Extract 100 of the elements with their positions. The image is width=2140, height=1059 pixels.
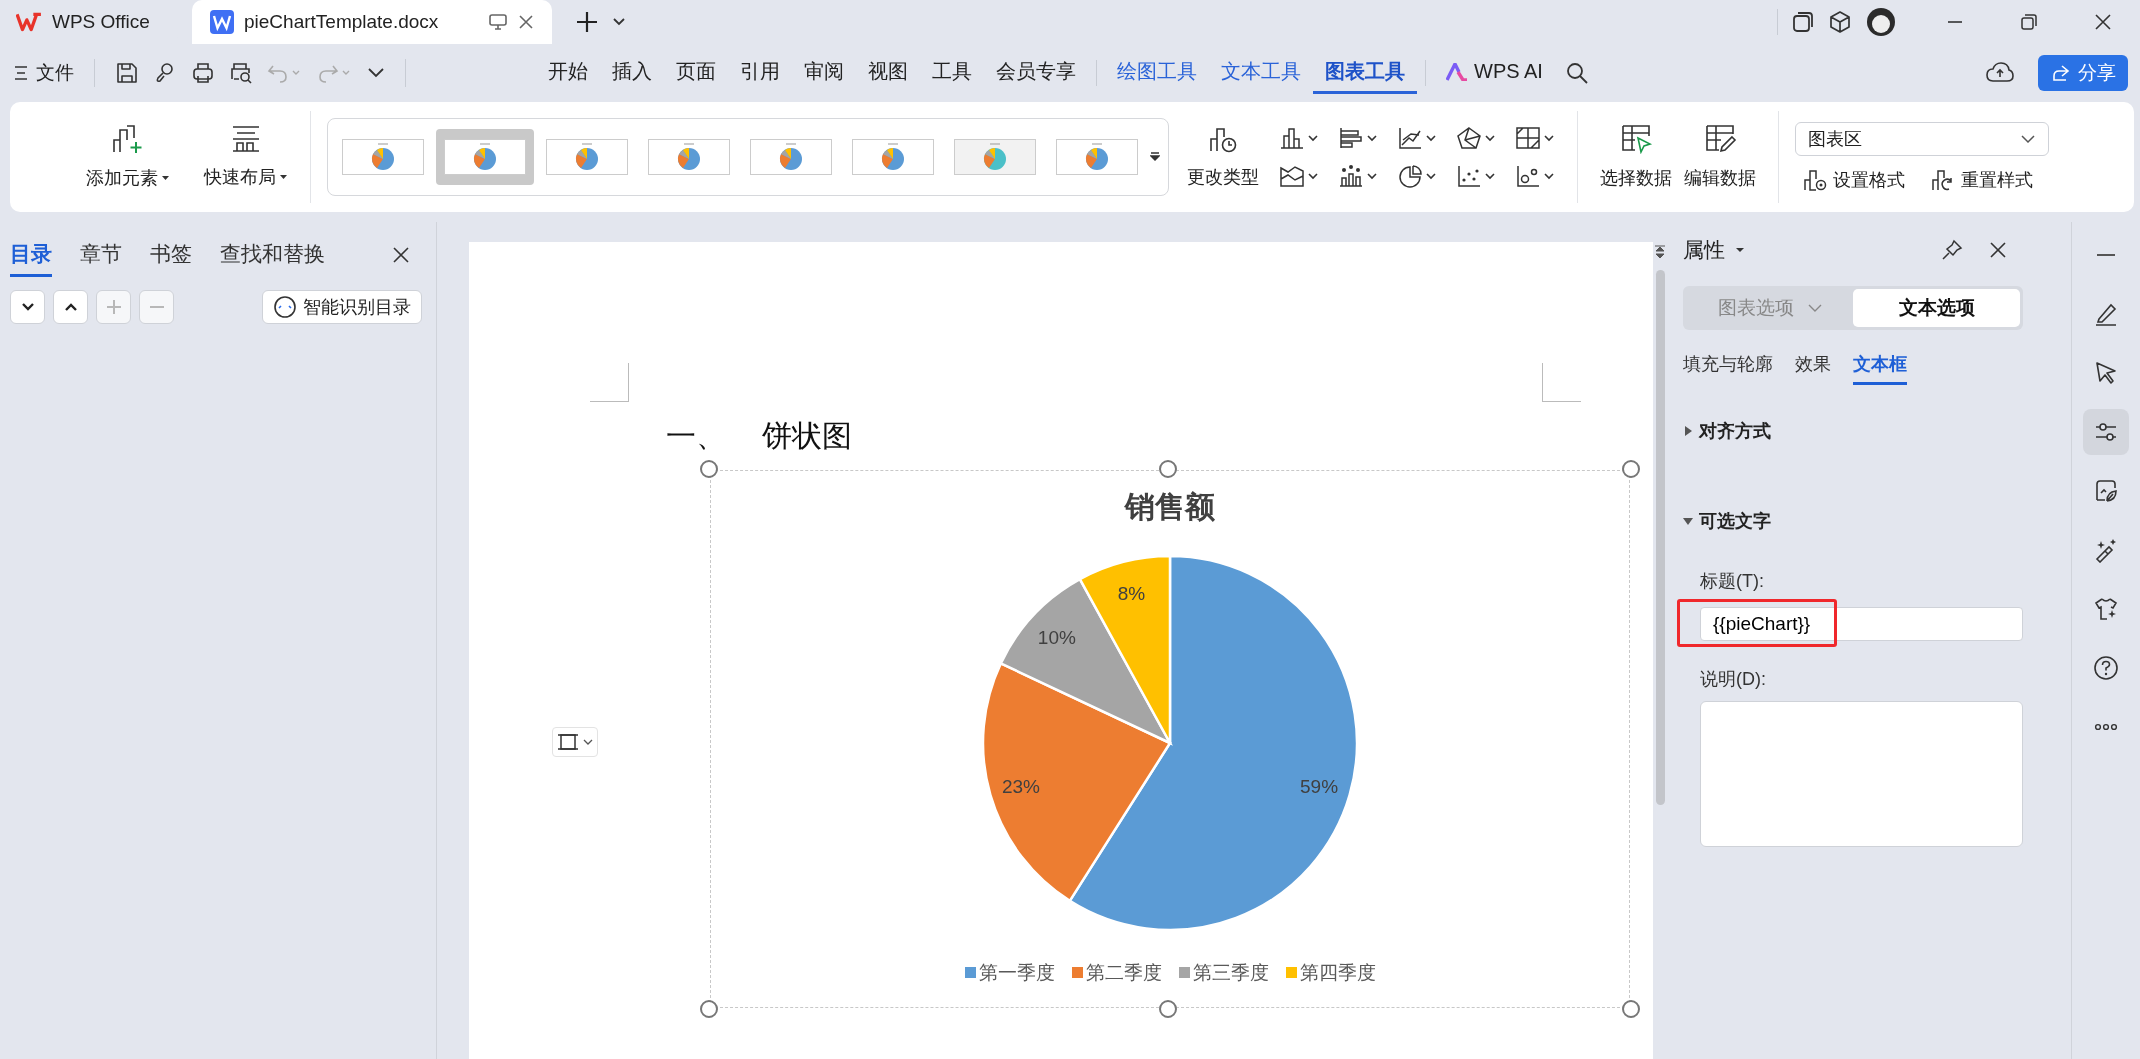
chart-style-thumbnail[interactable] [436,129,534,185]
reset-style-button[interactable]: 重置样式 [1931,168,2033,192]
reset-icon [1931,168,1955,192]
add-element-button[interactable]: 添加元素 [80,120,176,194]
chevron-down-icon[interactable] [612,17,626,27]
panel-title[interactable]: 属性 [1683,236,1745,264]
legend-swatch [1072,967,1083,978]
resize-handle[interactable] [1159,460,1177,478]
format-button[interactable]: 设置格式 [1803,168,1905,192]
menu-tab[interactable]: 页面 [664,52,728,94]
scrollbar[interactable] [1655,270,1665,805]
menu-tab[interactable]: 绘图工具 [1105,52,1209,94]
panel-tab[interactable]: 章节 [80,233,122,277]
search-icon[interactable] [1564,61,1589,85]
smart-toc-button[interactable]: 智能识别目录 [262,290,422,324]
chart-type-icon [1209,125,1237,153]
sub-tab[interactable]: 效果 [1795,348,1831,385]
plus-icon [104,298,123,316]
new-tab-icon[interactable] [576,11,598,33]
menu-tab[interactable]: 开始 [536,52,600,94]
cube-icon[interactable] [1828,10,1852,34]
menu-icon [14,65,28,81]
pin-icon[interactable] [1941,239,1963,261]
close-icon[interactable] [518,14,534,30]
resize-handle[interactable] [1622,460,1640,478]
restore-icon[interactable] [2020,13,2038,31]
description-field[interactable] [1700,701,2023,847]
legend-label: 第一季度 [979,962,1055,983]
legend-label: 第四季度 [1300,962,1376,983]
sliders-icon[interactable] [2083,409,2129,455]
sub-tab[interactable]: 填充与轮廓 [1683,348,1773,385]
collapse-icon[interactable] [1653,244,1667,260]
legend-swatch [1286,967,1297,978]
close-icon[interactable] [1989,241,2007,259]
smart-icon [273,295,297,319]
select-data-button[interactable]: 选择数据 [1594,120,1678,194]
print-preview-icon[interactable] [229,61,253,85]
caret-icon [161,175,170,181]
menu-tab[interactable]: 视图 [856,52,920,94]
menu-tab[interactable]: 审阅 [792,52,856,94]
more-icon[interactable] [1150,151,1160,163]
quick-layout-button[interactable]: 快速布局 [198,121,294,193]
close-icon[interactable] [2094,13,2112,31]
section-header[interactable]: 对齐方式 [1683,419,1771,443]
resize-handle[interactable] [1159,1000,1177,1018]
edit-data-button[interactable]: 编辑数据 [1678,120,1762,194]
caret-icon [1735,247,1745,253]
resize-handle[interactable] [700,460,718,478]
layout-icon [231,125,261,153]
up-level-button[interactable] [53,290,88,324]
resize-handle[interactable] [1622,1000,1640,1018]
menu-tab[interactable]: 工具 [920,52,984,94]
menu-tab[interactable]: 插入 [600,52,664,94]
menu-tab[interactable]: 图表工具 [1313,52,1417,94]
menu-tab[interactable]: 会员专享 [984,52,1088,94]
monitor-icon[interactable] [488,13,508,31]
panel-tab[interactable]: 查找和替换 [220,233,325,277]
chevron-down-icon [2020,134,2036,144]
document-icon [210,10,234,34]
table-edit-icon [1703,124,1737,154]
option-tab[interactable]: 文本选项 [1853,289,2020,327]
ai-menu[interactable]: WPS AI [1434,52,1555,94]
close-icon[interactable] [392,246,410,264]
field-label: 说明(D): [1700,668,1767,691]
add-element-icon [112,124,144,154]
legend-label: 第二季度 [1086,962,1162,983]
triangle-down-icon [1683,516,1693,526]
data-label: 8% [1117,582,1146,604]
layout-options-button[interactable] [552,727,598,757]
legend-swatch [965,967,976,978]
file-menu[interactable]: 文件 [14,60,74,86]
document-tab[interactable]: pieChartTemplate.docx [192,0,552,44]
change-type-button[interactable]: 更改类型 [1181,121,1265,193]
print-icon[interactable] [191,61,215,85]
cloud-upload-icon[interactable] [1986,61,2014,85]
panel-tab[interactable]: 书签 [150,233,192,277]
avatar-icon[interactable] [1866,7,1896,37]
resize-handle[interactable] [700,1000,718,1018]
sub-tab[interactable]: 文本框 [1853,348,1907,385]
legend-label: 第三季度 [1193,962,1269,983]
windows-icon[interactable] [1792,11,1814,33]
section-header[interactable]: 可选文字 [1683,509,1771,533]
menu-tab[interactable]: 文本工具 [1209,52,1313,94]
save-icon[interactable] [115,61,139,85]
wrap-layout-icon [557,731,579,753]
share-button[interactable]: 分享 [2038,55,2128,91]
menu-tab[interactable]: 引用 [728,52,792,94]
crop-mark [590,363,629,402]
table-cursor-icon [1619,124,1653,154]
format-icon [1803,168,1827,192]
down-level-button[interactable] [10,290,45,324]
chevron-down-icon [1807,304,1822,312]
title-input[interactable]: {{pieChart}} [1700,607,2023,641]
chevron-down-icon[interactable] [367,67,385,79]
chart-element-dropdown[interactable]: 图表区 [1795,122,2049,156]
field-label: 标题(T): [1700,570,1765,593]
panel-tab[interactable]: 目录 [10,233,52,277]
chart-frame[interactable]: 销售额 8% 10% 23% 59% 第一季度 第二季度 第三季度 第四季度 [710,470,1630,1008]
chart-title: 销售额 [1125,490,1215,523]
heading-number: 一、 [666,417,726,454]
